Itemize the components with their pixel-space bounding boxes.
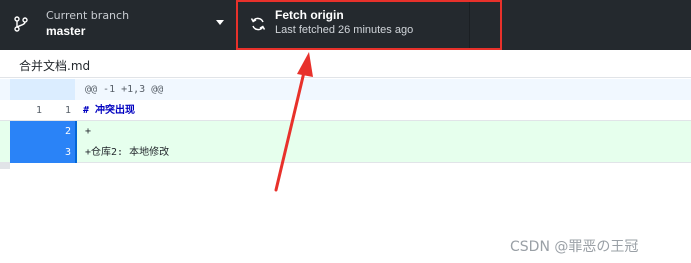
current-branch-button[interactable]: Current branch master xyxy=(0,0,238,50)
diff-view: @@ -1 +1,3 @@ 1 1 # 冲突出现 2 + 3 +仓库2: 本地修… xyxy=(0,79,691,169)
branch-caption: Current branch xyxy=(46,9,130,22)
diff-line-added: 2 + xyxy=(0,121,691,142)
watermark: CSDN @罪恶の王冠 xyxy=(510,239,639,255)
branch-name: master xyxy=(46,24,86,38)
diff-line-text: + xyxy=(85,126,92,137)
old-line-number xyxy=(10,121,45,142)
annotation-highlight-box xyxy=(236,0,502,50)
old-line-gutter xyxy=(10,79,45,100)
old-line-number xyxy=(10,142,45,163)
diff-line: 1 1 # 冲突出现 xyxy=(0,100,691,121)
new-line-number[interactable]: 2 xyxy=(45,121,77,142)
new-line-number[interactable]: 3 xyxy=(45,142,77,163)
chevron-down-icon xyxy=(216,20,224,25)
old-line-number: 1 xyxy=(35,105,42,116)
file-name: 合并文档.md xyxy=(19,59,91,73)
file-header: 合并文档.md xyxy=(0,50,691,78)
hunk-header: @@ -1 +1,3 @@ xyxy=(85,84,164,95)
diff-line-text: +仓库2: 本地修改 xyxy=(85,147,170,158)
new-line-number[interactable]: 1 xyxy=(45,100,75,121)
diff-line-added: 3 +仓库2: 本地修改 xyxy=(0,142,691,163)
diff-line-text: # 冲突出现 xyxy=(83,105,136,116)
hunk-header-row: @@ -1 +1,3 @@ xyxy=(0,79,691,100)
git-branch-icon xyxy=(14,16,28,32)
new-line-gutter[interactable] xyxy=(45,79,75,100)
